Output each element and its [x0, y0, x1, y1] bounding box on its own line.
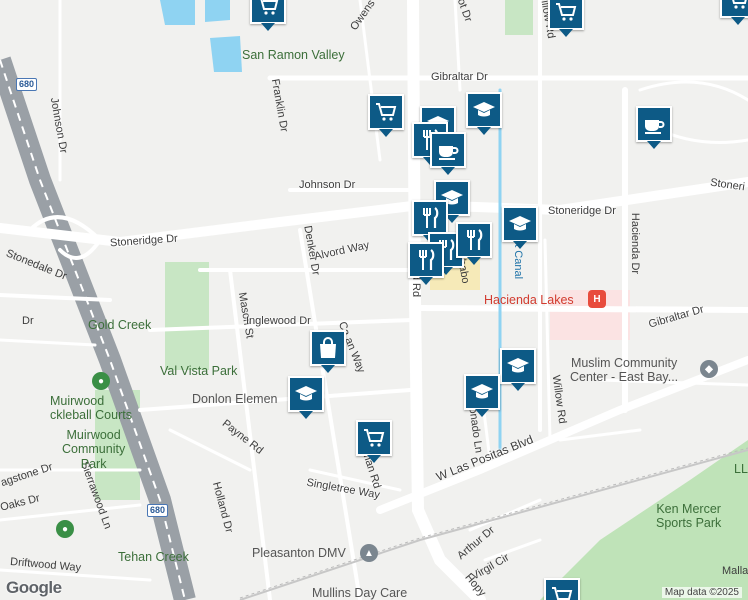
street-label-stoneridge-mid: Stoneridge Dr [548, 205, 616, 217]
coffee-cup-icon [439, 146, 459, 160]
fork-knife-icon [419, 249, 435, 270]
fork-knife-icon [423, 207, 439, 228]
place-of-worship-icon[interactable]: ◆ [700, 360, 718, 378]
highway-shield-680: 680 [16, 78, 38, 91]
place-label-val-vista-park: Val Vista Park [160, 364, 238, 378]
shopping-cart-icon [376, 103, 397, 121]
coffee-cup-icon [645, 120, 665, 134]
shopping-bag-icon [320, 337, 336, 358]
place-label-gold-creek: Gold Creek [88, 318, 152, 332]
place-label-pleasanton-dmv[interactable]: Pleasanton DMV [252, 546, 346, 560]
restaurant-marker[interactable] [412, 200, 448, 243]
place-label-san-ramon-valley: San Ramon Valley [242, 48, 345, 62]
shopping-marker[interactable] [310, 330, 346, 373]
place-label-mullins[interactable]: Mullins Day Care [312, 586, 407, 600]
place-label-hacienda-lakes[interactable]: Hacienda Lakes [484, 293, 574, 307]
graduation-cap-icon [295, 386, 317, 401]
google-logo[interactable]: Google [6, 578, 62, 598]
park-pin-icon[interactable]: ● [56, 520, 74, 538]
government-building-icon[interactable]: ▲ [360, 544, 378, 562]
graduation-cap-icon [473, 102, 495, 117]
place-label-muirwood-park[interactable]: Muirwood Community Park [62, 428, 125, 471]
restaurant-marker[interactable] [456, 222, 492, 265]
grocery-marker[interactable] [720, 0, 748, 25]
grocery-marker[interactable] [250, 0, 286, 31]
graduation-cap-icon [507, 358, 529, 373]
shopping-cart-icon [732, 0, 747, 9]
school-marker[interactable] [288, 376, 324, 419]
restaurant-marker[interactable] [408, 242, 444, 285]
shopping-cart-icon [364, 429, 385, 447]
street-label-wwy-left: Dr [22, 315, 34, 327]
park-pin-icon[interactable]: ● [92, 372, 110, 390]
school-marker[interactable] [502, 206, 538, 249]
street-label-johnson-mid: Johnson Dr [299, 179, 356, 191]
street-label-gibraltar-top: Gibraltar Dr [431, 71, 488, 83]
grocery-marker[interactable] [368, 94, 404, 137]
shopping-cart-icon [260, 0, 279, 15]
shopping-cart-icon [556, 3, 577, 21]
grocery-marker[interactable] [548, 0, 584, 37]
place-label-muslim-center[interactable]: Muslim Community Center - East Bay... [570, 356, 678, 385]
graduation-cap-icon [509, 216, 531, 231]
cafe-marker[interactable] [430, 132, 466, 175]
street-label-hacienda: Hacienda Dr [629, 212, 642, 275]
place-label-ll: LL [734, 462, 748, 476]
map-canvas[interactable]: 680 680 Owens Dr bot Dr illow Rd Gibralt… [0, 0, 748, 600]
place-label-muirwood-pickleball[interactable]: Muirwood ckleball Courts [50, 394, 132, 423]
place-label-donlon[interactable]: Donlon Elemen [192, 392, 277, 406]
grocery-marker[interactable] [544, 578, 580, 600]
school-marker[interactable] [500, 348, 536, 391]
street-label-inglewood: Inglewood Dr [246, 315, 311, 327]
school-marker[interactable] [466, 92, 502, 135]
street-label-mallard: Malla [722, 565, 748, 577]
highway-shield-680: 680 [147, 504, 169, 517]
map-base-layer [0, 0, 748, 600]
map-attribution[interactable]: Map data ©2025 [661, 587, 742, 598]
grocery-marker[interactable] [356, 420, 392, 463]
fork-knife-icon [467, 229, 483, 250]
school-marker[interactable] [464, 374, 500, 417]
hospital-icon[interactable]: H [588, 290, 606, 308]
graduation-cap-icon [471, 384, 493, 399]
shopping-cart-icon [552, 587, 573, 600]
cafe-marker[interactable] [636, 106, 672, 149]
place-label-tehan-creek: Tehan Creek [118, 550, 189, 564]
place-label-ken-mercer[interactable]: Ken Mercer Sports Park [656, 502, 721, 531]
